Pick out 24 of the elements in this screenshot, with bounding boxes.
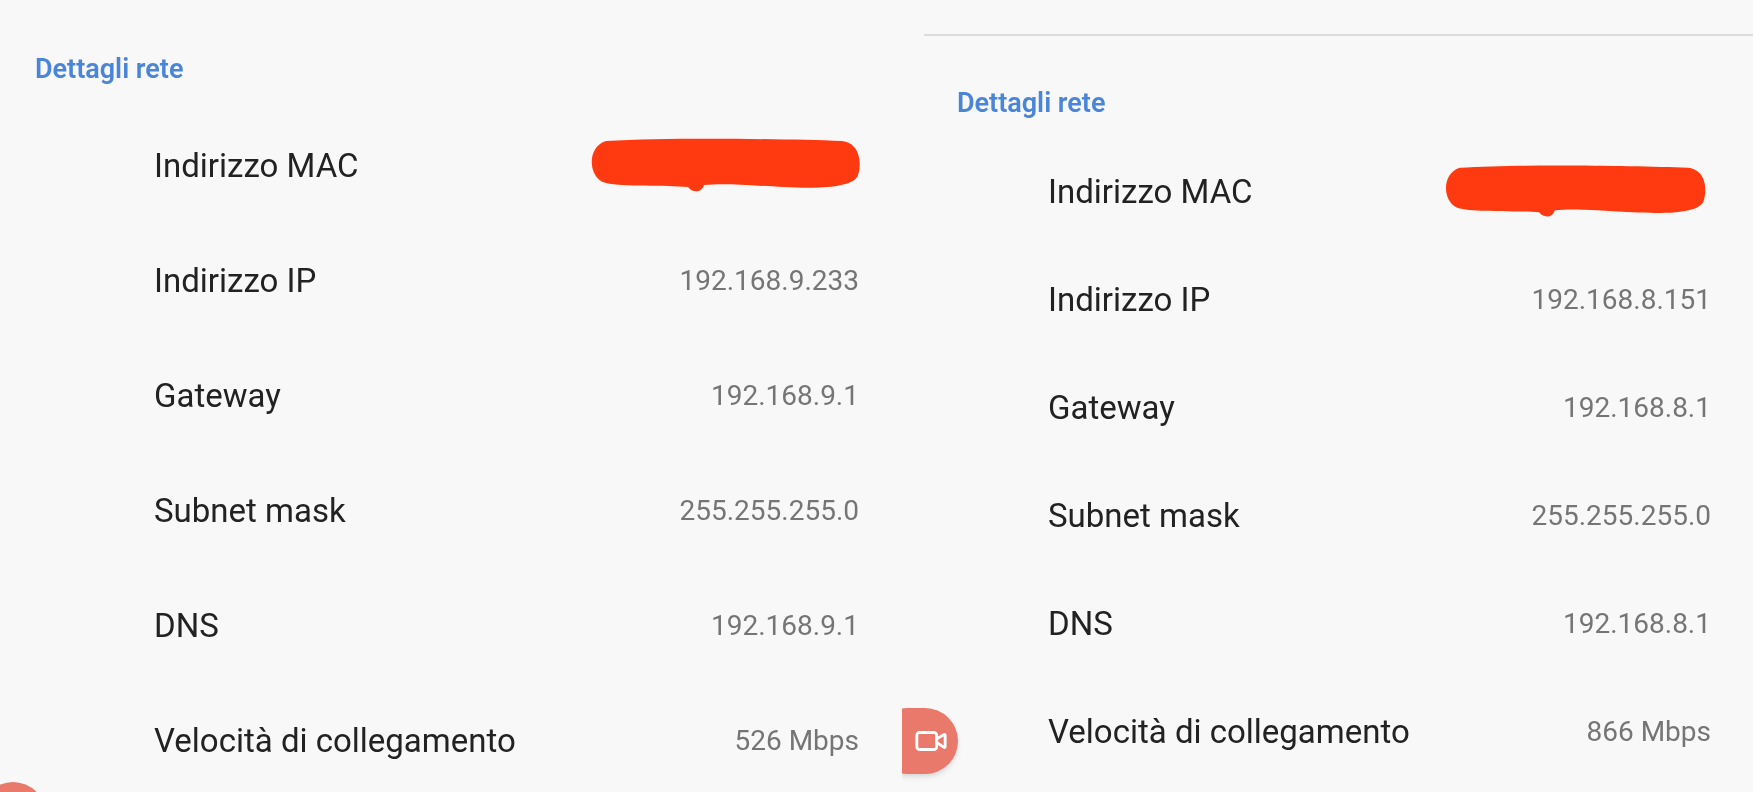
row-value: 255.255.255.0 bbox=[679, 492, 859, 529]
row-label: Indirizzo MAC bbox=[154, 144, 359, 187]
row-label: Gateway bbox=[154, 374, 281, 417]
row-value: 192.168.8.1 bbox=[1562, 606, 1711, 642]
row-value: 192.168.8.151 bbox=[1531, 282, 1711, 318]
row-value: 255.255.255.0 bbox=[1531, 498, 1711, 534]
row-label: Velocità di collegamento bbox=[154, 719, 516, 762]
row-value: 192.168.9.1 bbox=[710, 377, 859, 414]
row-label: Velocità di collegamento bbox=[1048, 711, 1410, 754]
row-value: 192.168.9.1 bbox=[710, 607, 859, 644]
row-label: Indirizzo MAC bbox=[1048, 171, 1253, 214]
row-label: DNS bbox=[1048, 603, 1113, 646]
section-header: Dettagli rete bbox=[957, 85, 1106, 121]
row-label: Indirizzo IP bbox=[1048, 279, 1211, 322]
row-label: DNS bbox=[154, 604, 219, 647]
row-value: 192.168.9.233 bbox=[679, 262, 859, 299]
row-label: Subnet mask bbox=[154, 489, 346, 532]
row-label: Subnet mask bbox=[1048, 495, 1240, 538]
row-value: 192.168.8.1 bbox=[1562, 390, 1711, 426]
row-value: 866 Mbps bbox=[1586, 714, 1711, 750]
section-header: Dettagli rete bbox=[35, 51, 184, 87]
row-value: 526 Mbps bbox=[734, 722, 859, 759]
row-label: Gateway bbox=[1048, 387, 1175, 430]
row-label: Indirizzo IP bbox=[154, 259, 317, 302]
